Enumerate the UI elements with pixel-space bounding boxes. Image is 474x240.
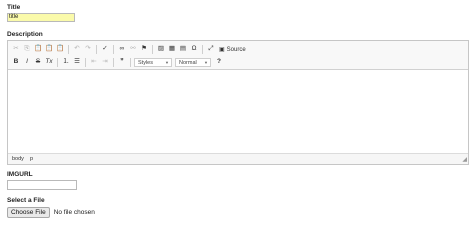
bold-icon[interactable]: B <box>11 58 21 68</box>
file-picker: Choose File No file chosen <box>7 207 95 218</box>
special-char-icon[interactable]: Ω <box>189 45 199 55</box>
toolbar-separator <box>68 45 69 54</box>
blockquote-icon[interactable]: ❞ <box>117 58 127 68</box>
chevron-down-icon: ▼ <box>204 60 208 65</box>
maximize-icon[interactable]: ⤢ <box>206 45 216 55</box>
editor-status-bar: body p <box>8 153 468 164</box>
format-dropdown-value: Normal <box>179 59 197 66</box>
source-button[interactable]: ▣ Source <box>217 45 248 55</box>
remove-format-icon[interactable]: Tx <box>44 58 54 68</box>
paste-text-icon[interactable]: 📋 <box>44 45 54 55</box>
path-body[interactable]: body <box>12 156 24 162</box>
title-input[interactable]: title <box>7 13 75 22</box>
cut-icon[interactable]: ✂ <box>11 45 21 55</box>
toolbar-separator <box>57 58 58 67</box>
imgurl-input[interactable] <box>7 180 77 190</box>
toolbar-separator <box>85 58 86 67</box>
strike-icon[interactable]: S <box>33 58 43 68</box>
spellcheck-icon[interactable]: ✓ <box>100 45 110 55</box>
paste-word-icon[interactable]: 📋 <box>55 45 65 55</box>
title-label: Title <box>7 4 21 11</box>
image-icon[interactable]: ▨ <box>156 45 166 55</box>
toolbar-separator <box>202 45 203 54</box>
paste-icon[interactable]: 📋 <box>33 45 43 55</box>
editor-content-area[interactable] <box>8 70 468 153</box>
anchor-icon[interactable]: ⚑ <box>139 45 149 55</box>
rich-text-editor: ✂ ⎘ 📋 📋 📋 ↶ ↷ ✓ ∞ ⚯ ⚑ ▨ ▦ ▤ Ω ⤢ ▣ Source B I S Tx ⒈ ☰ ⇤ ⇥ ❞ Styles… <box>7 40 469 165</box>
toolbar-separator <box>152 45 153 54</box>
table-icon[interactable]: ▦ <box>167 45 177 55</box>
toolbar-separator <box>113 45 114 54</box>
editor-toolbar: ✂ ⎘ 📋 📋 📋 ↶ ↷ ✓ ∞ ⚯ ⚑ ▨ ▦ ▤ Ω ⤢ ▣ Source B I S Tx ⒈ ☰ ⇤ ⇥ ❞ Styles… <box>8 41 468 70</box>
resize-handle-icon[interactable]: ◢ <box>462 156 467 163</box>
help-icon[interactable]: ? <box>214 58 224 68</box>
file-label: Select a File <box>7 197 45 204</box>
numbered-list-icon[interactable]: ⒈ <box>61 58 71 68</box>
horizontal-line-icon[interactable]: ▤ <box>178 45 188 55</box>
unlink-icon[interactable]: ⚯ <box>128 45 138 55</box>
toolbar-separator <box>130 58 131 67</box>
toolbar-separator <box>96 45 97 54</box>
redo-icon[interactable]: ↷ <box>83 45 93 55</box>
source-label: Source <box>226 46 246 53</box>
format-dropdown[interactable]: Normal ▼ <box>175 58 211 67</box>
styles-dropdown[interactable]: Styles ▼ <box>134 58 172 67</box>
toolbar-row-1: ✂ ⎘ 📋 📋 📋 ↶ ↷ ✓ ∞ ⚯ ⚑ ▨ ▦ ▤ Ω ⤢ ▣ Source <box>11 44 248 55</box>
toolbar-separator <box>113 58 114 67</box>
choose-file-button[interactable]: Choose File <box>7 207 50 218</box>
indent-icon[interactable]: ⇥ <box>100 58 110 68</box>
file-status: No file chosen <box>53 209 95 216</box>
path-p[interactable]: p <box>30 156 33 162</box>
italic-icon[interactable]: I <box>22 58 32 68</box>
imgurl-label: IMGURL <box>7 171 33 178</box>
chevron-down-icon: ▼ <box>165 60 169 65</box>
bulleted-list-icon[interactable]: ☰ <box>72 58 82 68</box>
description-label: Description <box>7 31 43 38</box>
link-icon[interactable]: ∞ <box>117 45 127 55</box>
undo-icon[interactable]: ↶ <box>72 45 82 55</box>
toolbar-row-2: B I S Tx ⒈ ☰ ⇤ ⇥ ❞ Styles ▼ Normal ▼? <box>11 57 225 68</box>
styles-dropdown-value: Styles <box>138 59 153 66</box>
source-icon: ▣ <box>219 47 225 53</box>
outdent-icon[interactable]: ⇤ <box>89 58 99 68</box>
copy-icon[interactable]: ⎘ <box>22 45 32 55</box>
